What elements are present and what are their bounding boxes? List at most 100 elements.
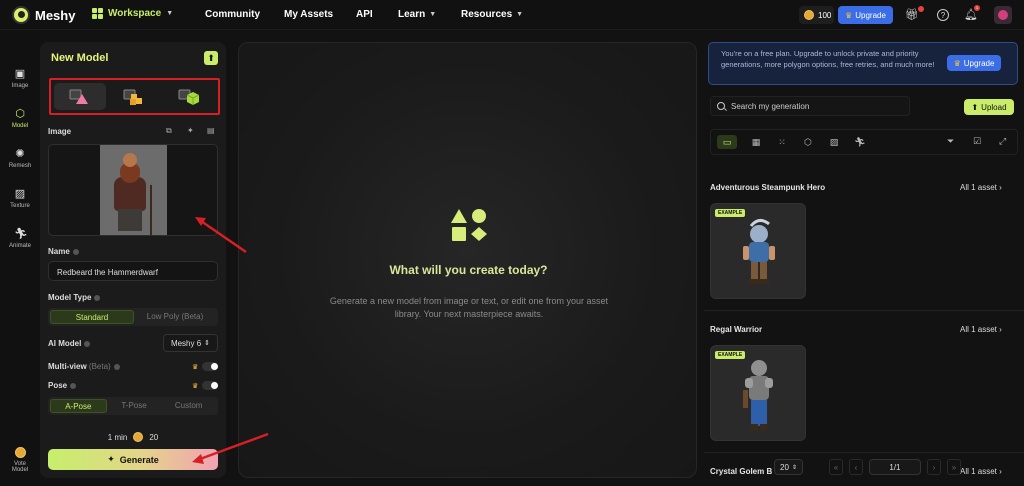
- nav-learn[interactable]: Learn ▼: [398, 9, 436, 20]
- nav-resources[interactable]: Resources ▼: [461, 9, 523, 20]
- next-page-icon[interactable]: ›: [926, 459, 941, 475]
- section-view-all[interactable]: All 1 asset ›: [960, 467, 1002, 476]
- grid-view-icon[interactable]: ▦: [749, 135, 763, 149]
- pagination: 20 ⇕ « ‹ 1/1 › »: [774, 458, 961, 476]
- section-view-all[interactable]: All 1 asset ›: [960, 183, 1002, 192]
- new-model-panel: New Model ⬆ Image ⧉ ✦ ▤ Name Redbeard th…: [40, 42, 226, 478]
- nav-learn-label: Learn: [398, 9, 426, 20]
- model-type-standard[interactable]: Standard: [50, 310, 134, 324]
- shapes-icon: [451, 209, 487, 241]
- mode-text-to-3d[interactable]: [163, 83, 215, 110]
- section-view-all[interactable]: All 1 asset ›: [960, 325, 1002, 334]
- texture-icon[interactable]: ▨: [827, 135, 841, 149]
- sidebar-item-remesh[interactable]: ✺ Remesh: [0, 148, 40, 169]
- crown-icon: ♛: [192, 383, 199, 390]
- cube-icon: ⬡: [15, 108, 25, 120]
- gift-icon[interactable]: 🎁︎: [905, 8, 919, 22]
- asset-card-steampunk-hero[interactable]: EXAMPLE: [710, 203, 806, 299]
- nav-community[interactable]: Community: [205, 9, 260, 20]
- upload-icon: ⬆: [971, 102, 979, 112]
- avatar[interactable]: [994, 6, 1012, 24]
- image-upload-area[interactable]: [48, 144, 218, 236]
- lightbulb-icon[interactable]: ✦: [187, 126, 194, 135]
- asset-card-regal-warrior[interactable]: EXAMPLE: [710, 345, 806, 441]
- text-to-3d-icon: [178, 89, 199, 105]
- ai-model-select[interactable]: Meshy 6 ⇕: [163, 334, 218, 352]
- prev-page-icon[interactable]: ‹: [848, 459, 863, 475]
- folder-icon[interactable]: ▭: [717, 135, 737, 149]
- search-icon: [717, 102, 725, 110]
- pose-custom[interactable]: Custom: [161, 399, 216, 413]
- credits-value: 100: [818, 10, 832, 20]
- mode-image-to-3d[interactable]: [54, 83, 107, 110]
- section-title: Crystal Golem B: [710, 467, 773, 476]
- search-generation[interactable]: Search my generation: [710, 96, 910, 116]
- expand-icon[interactable]: ⤢: [999, 136, 1006, 147]
- banner-upgrade-button[interactable]: ♛ Upgrade: [947, 55, 1001, 71]
- coin-icon: [133, 432, 144, 442]
- page-indicator[interactable]: 1/1: [868, 459, 921, 475]
- empty-state-heading: What will you create today?: [389, 263, 548, 277]
- select-checkbox-icon[interactable]: ☑: [973, 136, 981, 147]
- first-page-icon[interactable]: «: [828, 459, 843, 475]
- upload-button[interactable]: ⬆ Upload: [964, 99, 1014, 115]
- model-type-low-poly[interactable]: Low Poly (Beta): [134, 310, 216, 324]
- chevron-down-icon: ▼: [516, 11, 524, 18]
- last-page-icon[interactable]: »: [946, 459, 961, 475]
- sidebar-item-texture[interactable]: ▨ Texture: [0, 188, 40, 209]
- nav-api[interactable]: API: [356, 9, 373, 20]
- multi-image-to-3d-icon: [123, 89, 143, 105]
- info-icon: [94, 294, 101, 301]
- brand-logo[interactable]: Meshy: [12, 6, 75, 24]
- filter-icon[interactable]: ⏷: [947, 136, 954, 147]
- sidebar-item-label: Model: [11, 123, 29, 129]
- dots-grid-icon[interactable]: ⁙: [775, 135, 789, 149]
- vote-model-button[interactable]: Vote Model: [6, 447, 34, 473]
- texture-icon: ▨: [14, 188, 26, 200]
- sidebar-item-image[interactable]: ▣ Image: [0, 68, 40, 89]
- mode-multi-image-to-3d[interactable]: [108, 83, 160, 110]
- multiview-toggle[interactable]: [202, 362, 218, 371]
- nav-my-assets[interactable]: My Assets: [284, 9, 333, 20]
- viewport-canvas: What will you create today? Generate a n…: [238, 42, 697, 478]
- cube-icon[interactable]: ⬡: [801, 135, 815, 149]
- name-input[interactable]: Redbeard the Hammerdwarf: [48, 261, 218, 281]
- workspace-label: Workspace: [108, 8, 162, 19]
- sidebar-item-animate[interactable]: 🏃︎ Animate: [0, 228, 40, 249]
- help-icon[interactable]: ?: [937, 9, 949, 21]
- image-to-3d-icon: [69, 89, 89, 104]
- pose-a-pose[interactable]: A-Pose: [50, 399, 107, 413]
- running-figure-icon: 🏃︎: [14, 228, 28, 240]
- vote-model-label: Vote Model: [11, 461, 29, 473]
- banner-upgrade-label: Upgrade: [963, 58, 995, 68]
- model-thumbnail: [743, 360, 773, 430]
- section-title: Adventurous Steampunk Hero: [710, 183, 826, 192]
- section-title: Regal Warrior: [710, 325, 763, 334]
- meshy-logo-icon: [12, 6, 30, 24]
- image-settings-icon[interactable]: ⧉: [166, 126, 172, 136]
- sidebar-item-label: Image: [11, 83, 29, 89]
- chevron-down-icon: ▼: [166, 10, 174, 17]
- chevron-updown-icon: ⇕: [204, 340, 211, 347]
- page-size-select[interactable]: 20 ⇕: [774, 459, 803, 475]
- example-badge: EXAMPLE: [715, 351, 746, 359]
- workspace-menu[interactable]: Workspace ▼: [92, 8, 173, 19]
- info-icon: [84, 340, 91, 347]
- pose-toggle[interactable]: [202, 381, 218, 390]
- sidebar-item-model[interactable]: ⬡ Model: [0, 108, 40, 129]
- coin-icon: [804, 10, 814, 20]
- import-button[interactable]: ⬆: [204, 51, 218, 65]
- image-icon: ▣: [14, 68, 26, 80]
- generate-button[interactable]: ✦ Generate: [48, 449, 218, 470]
- credits-balance[interactable]: 100: [799, 6, 834, 24]
- empty-state-subtext: Generate a new model from image or text,…: [329, 296, 609, 319]
- generation-estimate: 1 min 20: [40, 432, 226, 442]
- gallery-icon[interactable]: ▤: [207, 126, 215, 135]
- running-figure-icon[interactable]: 🏃︎: [853, 135, 867, 149]
- upgrade-button[interactable]: ♛ Upgrade: [838, 6, 893, 24]
- credit-cost: 20: [149, 432, 159, 442]
- name-label: Name: [48, 247, 79, 256]
- model-type-selector: Standard Low Poly (Beta): [48, 308, 218, 326]
- model-type-label: Model Type: [48, 293, 101, 302]
- pose-t-pose[interactable]: T-Pose: [107, 399, 162, 413]
